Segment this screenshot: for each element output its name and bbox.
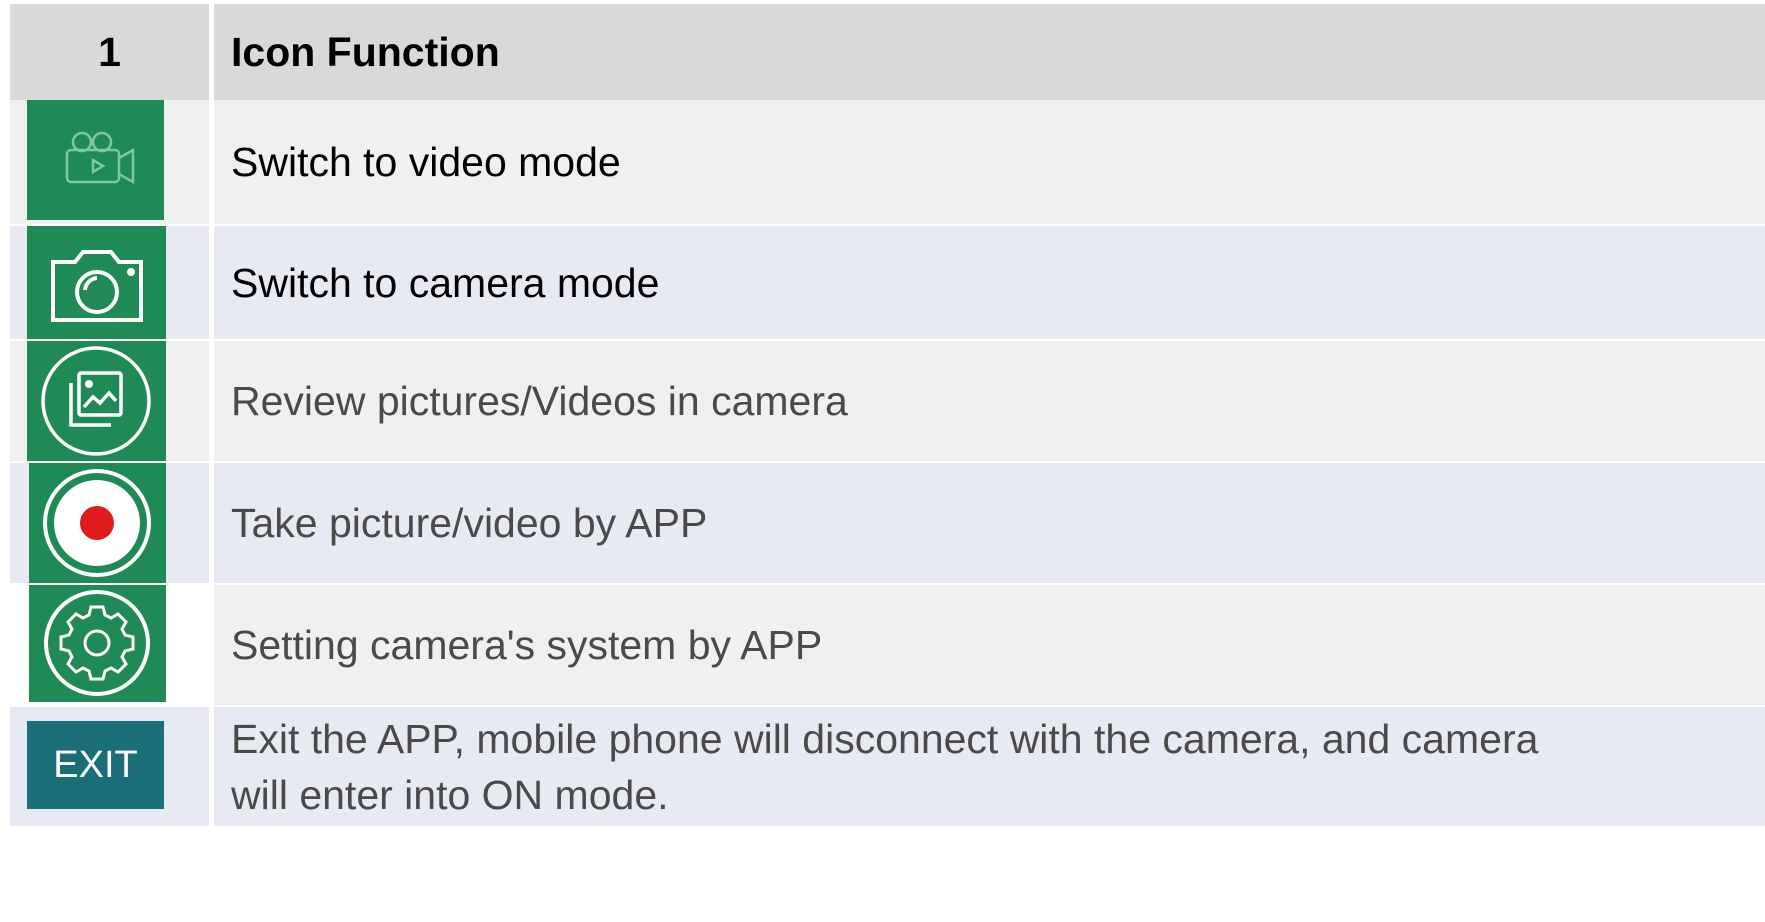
exit-icon[interactable]: EXIT bbox=[27, 721, 164, 809]
header-title: Icon Function bbox=[214, 4, 1765, 100]
gear-icon[interactable] bbox=[29, 585, 166, 702]
header-number: 1 bbox=[10, 4, 209, 100]
table-row: Setting camera's system by APP bbox=[10, 585, 1765, 705]
video-camera-icon bbox=[27, 100, 164, 220]
row-text: Setting camera's system by APP bbox=[214, 585, 1765, 705]
table-row: Switch to video mode bbox=[10, 100, 1765, 224]
exit-label: EXIT bbox=[53, 743, 138, 786]
table-row: Review pictures/Videos in camera bbox=[10, 341, 1765, 461]
gallery-icon bbox=[27, 341, 166, 461]
table-row: Take picture/video by APP bbox=[10, 463, 1765, 583]
table-header-row: 1 Icon Function bbox=[10, 4, 1765, 100]
row-text: Review pictures/Videos in camera bbox=[214, 341, 1765, 461]
record-icon[interactable] bbox=[29, 463, 166, 583]
row-text: Switch to video mode bbox=[214, 100, 1765, 224]
table-row: EXIT Exit the APP, mobile phone will dis… bbox=[10, 707, 1765, 826]
row-text: Switch to camera mode bbox=[214, 226, 1765, 339]
row-text: Exit the APP, mobile phone will disconne… bbox=[214, 707, 1765, 826]
photo-camera-icon bbox=[27, 226, 166, 339]
row-text-line-1: Exit the APP, mobile phone will disconne… bbox=[231, 715, 1539, 762]
row-text-line-2: will enter into ON mode. bbox=[231, 771, 669, 818]
table-row: Switch to camera mode bbox=[10, 226, 1765, 339]
icon-function-page: 1 Icon Function Switch to video mode Swi… bbox=[0, 0, 1765, 922]
row-text: Take picture/video by APP bbox=[214, 463, 1765, 583]
